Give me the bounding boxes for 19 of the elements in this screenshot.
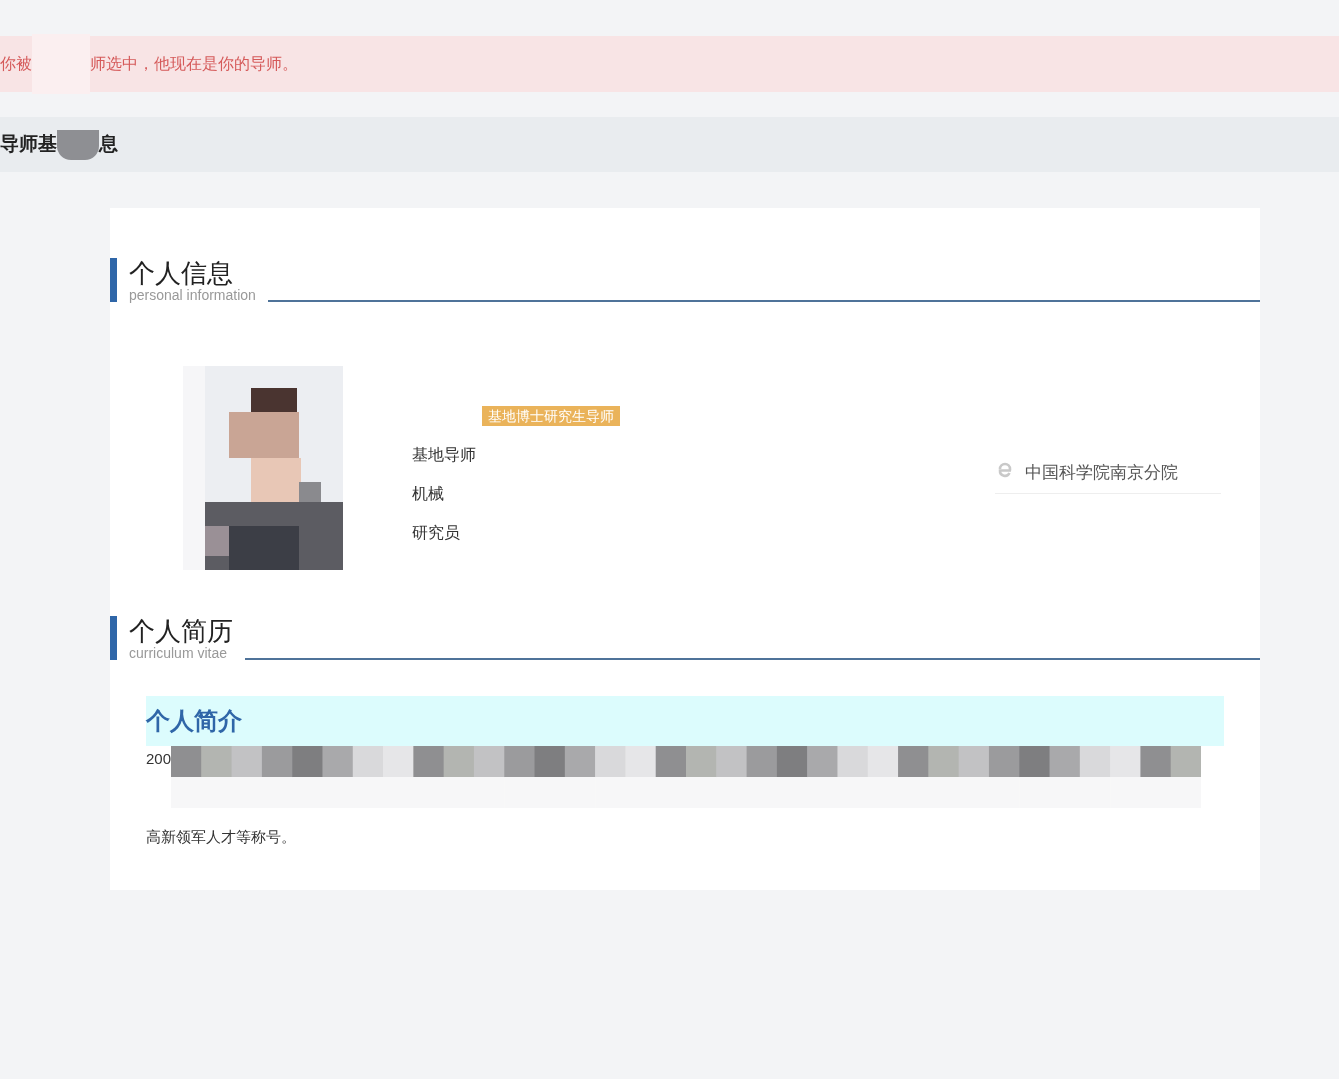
affiliation-text: 中国科学院南京分院 [1025, 462, 1178, 484]
section-accent-bar [110, 616, 117, 660]
intro-text: 200 [146, 749, 172, 769]
section-subtitle: curriculum vitae [129, 646, 229, 660]
info-field: 研究员 [412, 523, 620, 543]
title-tag: 基地博士研究生导师 [482, 406, 620, 426]
section-accent-bar [110, 258, 117, 302]
alert-text: 师选中，他现在是你的导师。 [90, 54, 298, 74]
section-subtitle: personal information [129, 288, 256, 302]
info-field: 机械 [412, 484, 620, 504]
page-title: 息 [99, 132, 118, 157]
section-title: 个人简历 [129, 616, 233, 646]
alert-text: 你被 [0, 54, 32, 74]
info-field: 基地导师 [412, 445, 620, 465]
intro-text: 高新领军人才等称号。 [146, 827, 297, 847]
page-title: 导师基 [0, 132, 57, 157]
section-title: 个人信息 [129, 258, 234, 288]
redaction-mark [57, 129, 99, 160]
intro-heading: 个人简介 [146, 706, 242, 736]
